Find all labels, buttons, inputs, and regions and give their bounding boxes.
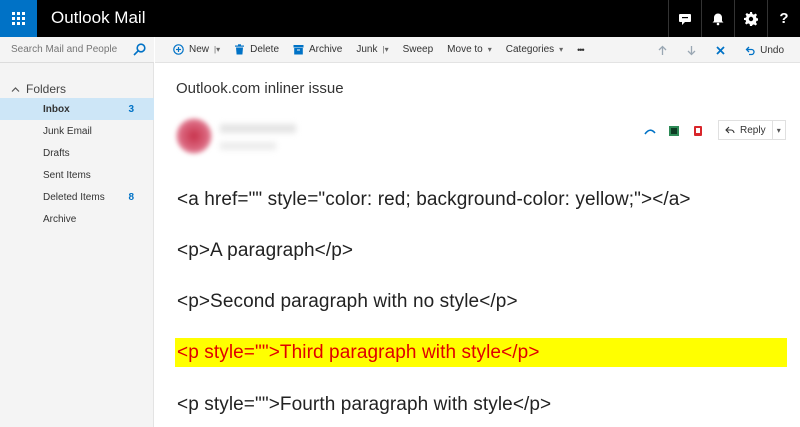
help-icon[interactable]: ? [767, 0, 800, 37]
close-icon[interactable] [715, 45, 726, 56]
message-body-line-3: <p>Second paragraph with no style</p> [177, 291, 518, 312]
app-title[interactable]: Outlook Mail [51, 8, 145, 28]
folder-junk-email[interactable]: Junk Email [0, 120, 154, 142]
delete-button[interactable]: Delete [234, 44, 279, 55]
new-button[interactable]: New |▾ [173, 44, 220, 55]
message-action-icons [644, 120, 704, 142]
redacted-sender-name [220, 124, 296, 133]
categories-button[interactable]: Categories ▾ [506, 44, 563, 55]
message-subject: Outlook.com inliner issue [176, 80, 344, 97]
chevron-down-icon[interactable]: |▾ [383, 45, 389, 54]
folder-drafts[interactable]: Drafts [0, 142, 154, 164]
message-body-line-2: <p>A paragraph</p> [177, 240, 354, 261]
waffle-icon[interactable] [0, 0, 37, 37]
trash-icon [235, 44, 245, 55]
message-body-line-5: <p style="">Fourth paragraph with style<… [177, 394, 552, 415]
folder-sent-items[interactable]: Sent Items [0, 164, 154, 186]
chevron-down-icon: ▾ [487, 45, 492, 54]
more-actions-button[interactable]: ••• [577, 45, 585, 55]
undo-button[interactable]: Undo [744, 45, 784, 56]
navigation-pane: Search Mail and People Folders Inbox 3 J… [0, 37, 154, 427]
chat-icon[interactable] [668, 0, 701, 37]
chevron-up-icon [11, 86, 20, 92]
reply-icon [725, 126, 735, 134]
folder-archive[interactable]: Archive [0, 208, 154, 230]
message-body-line-4-highlighted: <p style="">Third paragraph with style</… [177, 342, 540, 363]
green-addin-icon[interactable] [668, 125, 680, 137]
curve-icon[interactable] [644, 125, 656, 137]
command-bar: New |▾ Delete Archive Junk |▾ Sweep Move… [155, 37, 800, 63]
plus-circle-icon [173, 44, 184, 55]
chevron-down-icon[interactable]: ▾ [773, 126, 785, 135]
gear-icon[interactable] [734, 0, 767, 37]
archive-button[interactable]: Archive [293, 44, 342, 55]
search-icon[interactable] [133, 43, 146, 56]
archive-icon [293, 45, 304, 55]
folders-header[interactable]: Folders [11, 82, 66, 96]
search-box[interactable]: Search Mail and People [0, 37, 154, 63]
item-count: 8 [128, 191, 134, 203]
message-body-line-1: <a href="" style="color: red; background… [177, 189, 691, 210]
move-to-button[interactable]: Move to ▾ [447, 44, 492, 55]
sweep-button[interactable]: Sweep [403, 44, 434, 55]
search-input[interactable]: Search Mail and People [11, 44, 117, 55]
reply-main[interactable]: Reply [719, 121, 773, 139]
chevron-down-icon: ▾ [559, 45, 564, 54]
reply-button[interactable]: Reply ▾ [718, 120, 786, 140]
folder-inbox[interactable]: Inbox 3 [0, 98, 154, 120]
junk-button[interactable]: Junk |▾ [356, 44, 388, 55]
avatar [176, 118, 212, 154]
unread-count: 3 [128, 103, 134, 115]
folder-list: Inbox 3 Junk Email Drafts Sent Items Del… [0, 98, 154, 230]
chevron-down-icon[interactable]: |▾ [214, 45, 220, 54]
redacted-sender-date [220, 142, 276, 150]
undo-icon [745, 46, 755, 55]
red-addin-icon[interactable] [692, 125, 704, 137]
top-app-bar: Outlook Mail ? [0, 0, 800, 37]
arrow-up-icon[interactable] [657, 45, 668, 56]
sender-info [176, 118, 296, 162]
bell-icon[interactable] [701, 0, 734, 37]
arrow-down-icon[interactable] [686, 45, 697, 56]
folder-deleted-items[interactable]: Deleted Items 8 [0, 186, 154, 208]
